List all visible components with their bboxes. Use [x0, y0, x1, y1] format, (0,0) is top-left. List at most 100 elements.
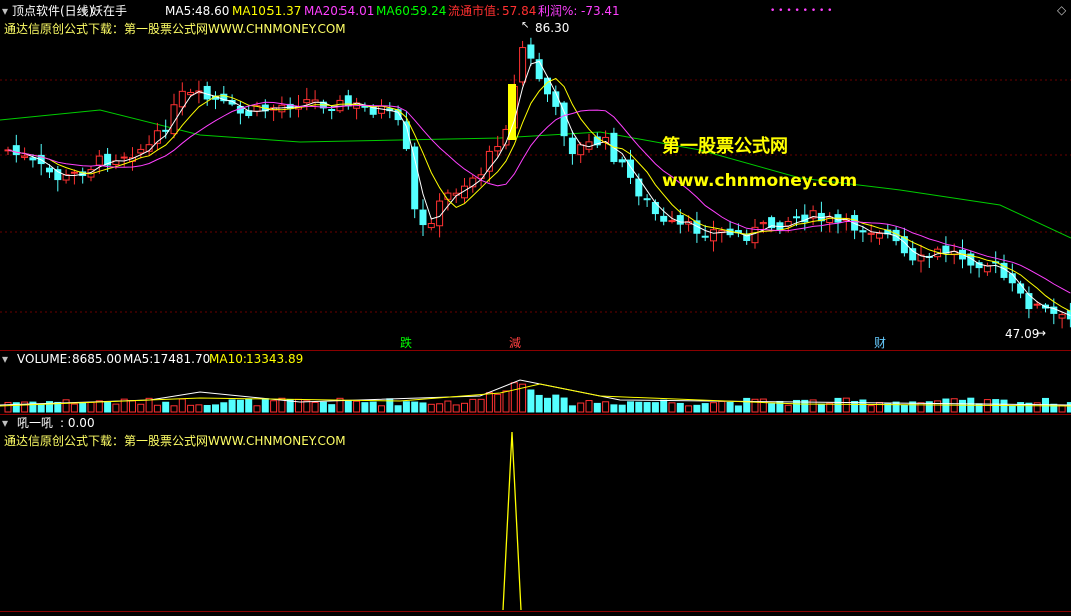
volume-bar [618, 404, 626, 413]
candle [909, 248, 917, 261]
volume-bar [494, 393, 502, 413]
volume-ma5-line [0, 379, 1071, 406]
candle [643, 198, 651, 201]
volume-bar [261, 398, 269, 413]
volume-bar [876, 401, 883, 413]
low-price-label: 47.09 [1005, 327, 1040, 341]
volume-bar [419, 402, 427, 413]
volume-bar [178, 398, 186, 413]
volume-bar [328, 404, 336, 413]
volume-bar [502, 390, 510, 413]
event-label-reduce: 減 [509, 336, 522, 350]
volume-bar [477, 398, 485, 413]
volume-bar [378, 405, 385, 413]
candle [1033, 303, 1041, 306]
candle [618, 159, 626, 163]
volume-bar [112, 403, 120, 413]
candle [527, 44, 535, 59]
volume-bar [195, 404, 203, 413]
volume-bar [87, 401, 95, 413]
volume-bar [461, 402, 468, 413]
candle [1017, 283, 1025, 294]
pane-separator-volume [0, 350, 1071, 351]
candle [1058, 314, 1066, 319]
candle [394, 109, 402, 121]
volume-bar [361, 402, 369, 413]
volume-bar [1066, 402, 1071, 413]
candle [577, 144, 585, 156]
candle [867, 232, 875, 235]
candle [1025, 293, 1033, 310]
high-arrow-icon: ↖ [521, 20, 530, 31]
volume-bar [187, 404, 195, 413]
volume-bar [676, 402, 684, 413]
volume-bar [104, 401, 112, 413]
volume-bar [544, 397, 551, 413]
candle [411, 146, 419, 210]
candle [668, 220, 676, 223]
volume-bar [635, 401, 643, 413]
volume-bar [70, 403, 78, 413]
volume-bar [685, 405, 693, 413]
volume-bar [137, 403, 145, 413]
candle [419, 209, 427, 226]
volume-bar [959, 399, 966, 413]
volume-bar [153, 404, 161, 413]
volume-bar [369, 401, 377, 413]
high-price-label: 86.30 [535, 21, 570, 35]
indicator-name: 吼一吼 [17, 416, 54, 430]
volume-bar [610, 404, 618, 413]
volume-ma10-label: MA10: [209, 352, 247, 366]
candle [203, 85, 211, 100]
volume-bar [552, 394, 560, 413]
volume-bar [436, 403, 444, 413]
volume-bar [427, 403, 435, 413]
indicator-watermark: 通达信原创公式下载：第一股票公式网WWW.CHNMONEY.COM [4, 434, 346, 448]
volume-bar [701, 403, 709, 413]
volume-bar [203, 404, 211, 413]
candle [651, 201, 659, 215]
volume-bar [527, 389, 535, 413]
volume-bar [510, 382, 518, 413]
volume-bar [270, 400, 278, 413]
volume-bar [485, 392, 493, 413]
candle [427, 223, 435, 229]
volume-bar [710, 402, 717, 413]
volume-bar [568, 405, 576, 413]
volume-bar [220, 402, 228, 413]
volume-bar [535, 394, 543, 413]
volume-bar [726, 401, 734, 413]
candle [178, 90, 186, 108]
volume-bar [311, 401, 319, 413]
volume-bar [344, 400, 352, 413]
candle [676, 215, 684, 225]
indicator-menu-icon[interactable]: ▾ [2, 416, 8, 430]
volume-menu-icon[interactable]: ▾ [2, 352, 8, 366]
candle [361, 105, 369, 108]
low-arrow-icon: → [1036, 326, 1047, 340]
volume-bar [319, 401, 327, 413]
volume-bar [394, 405, 402, 413]
candle [494, 146, 502, 152]
kline-chart[interactable] [0, 0, 1071, 616]
volume-bar [245, 398, 253, 413]
volume-bar [303, 400, 311, 413]
volume-bar [593, 402, 601, 413]
volume-bar [4, 401, 12, 413]
candle [303, 99, 311, 104]
volume-label: VOLUME: [17, 352, 72, 366]
volume-bar [62, 399, 70, 413]
volume-bar [934, 400, 942, 413]
volume-bar [212, 404, 219, 413]
volume-bar [743, 397, 751, 413]
volume-bar [900, 404, 908, 413]
candle [793, 216, 800, 219]
pane-separator-indicator [0, 414, 1071, 415]
volume-bar [817, 403, 825, 413]
candle [46, 167, 53, 173]
volume-bar [253, 405, 261, 413]
candle [859, 230, 867, 233]
candle [187, 91, 195, 96]
volume-bar [170, 405, 178, 413]
volume-bar [643, 402, 651, 413]
